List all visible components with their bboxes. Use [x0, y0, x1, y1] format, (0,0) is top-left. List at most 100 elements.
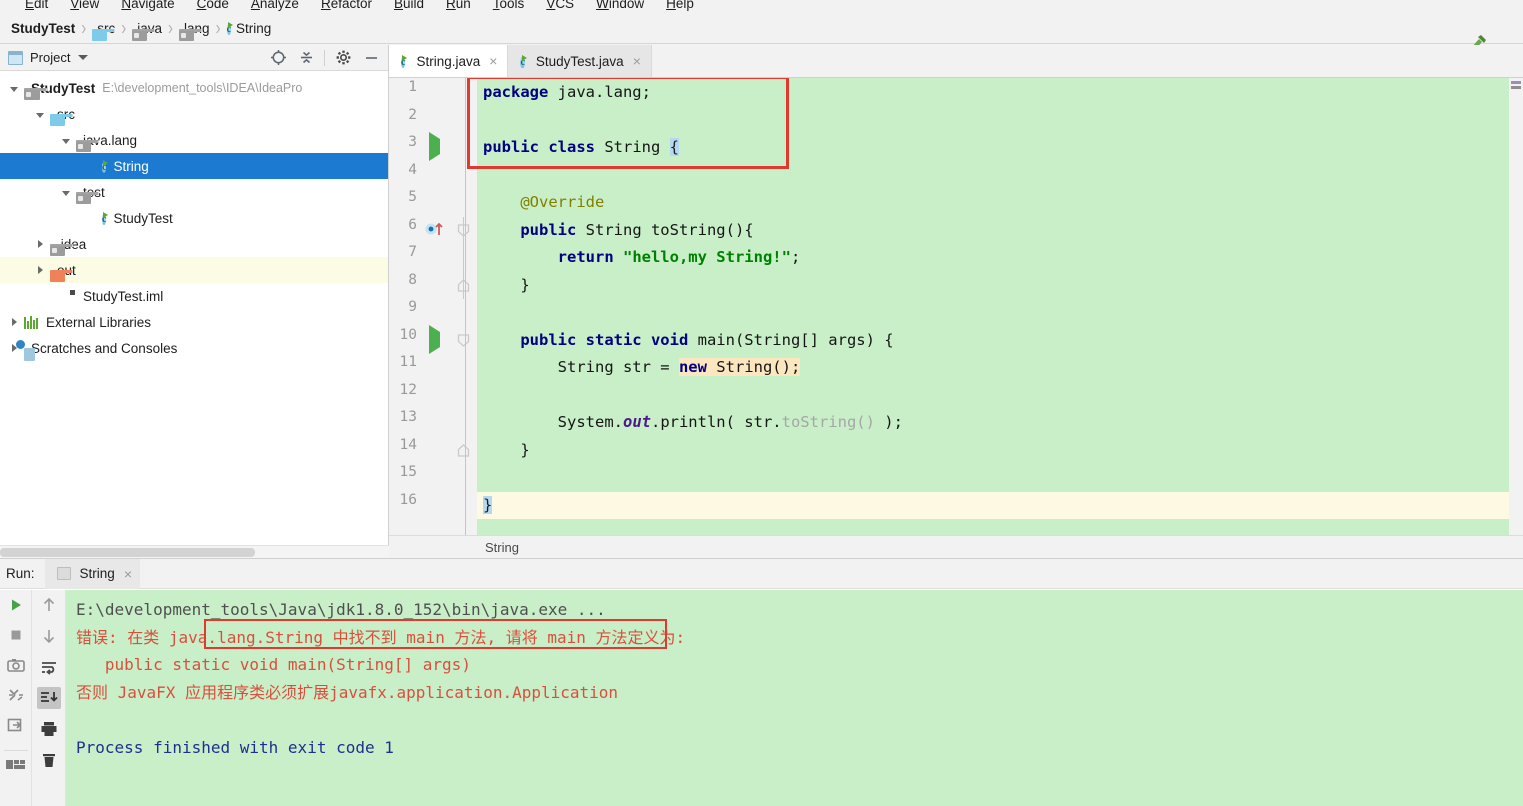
console-line: 否则 JavaFX 应用程序类必须扩展javafx.application.Ap… — [76, 682, 619, 702]
export-icon[interactable] — [4, 714, 28, 736]
editor-tab-string-java[interactable]: c String.java × — [389, 45, 509, 77]
code-token: public static void — [483, 330, 698, 349]
breadcrumb-item-lang[interactable]: lang — [176, 16, 213, 42]
trash-icon[interactable] — [37, 749, 61, 771]
code-line[interactable]: System.out.println( str.toString() ); — [477, 409, 1523, 437]
tree-node-test[interactable]: test — [0, 179, 388, 205]
rerun-icon[interactable] — [4, 594, 28, 616]
scroll-to-end-icon[interactable] — [36, 687, 61, 709]
menu-view[interactable]: View — [59, 0, 110, 11]
tree-twisty-right-icon[interactable] — [4, 315, 24, 329]
camera-icon[interactable] — [4, 654, 28, 676]
code-token: public — [483, 220, 586, 239]
run-gutter-icon[interactable] — [429, 324, 440, 354]
run-gutter-icon[interactable] — [429, 132, 440, 161]
minimize-icon[interactable] — [358, 47, 384, 69]
editor-tab-studytest-java[interactable]: c StudyTest.java × — [508, 45, 652, 77]
stop-icon[interactable] — [4, 624, 28, 646]
tree-node-string[interactable]: c String — [0, 153, 388, 179]
menu-refactor[interactable]: Refactor — [310, 0, 383, 11]
project-horizontal-scrollbar[interactable] — [0, 545, 389, 558]
code-line[interactable] — [477, 464, 1523, 492]
soft-wrap-icon[interactable] — [37, 656, 61, 678]
close-icon[interactable]: × — [489, 54, 497, 68]
code-line[interactable] — [477, 107, 1523, 135]
tree-twisty-down-icon[interactable] — [56, 133, 76, 147]
code-line[interactable]: public static void main(String[] args) { — [477, 327, 1523, 355]
override-method-icon[interactable] — [425, 219, 447, 237]
tree-node-studytest[interactable]: c StudyTest — [0, 205, 388, 231]
tab-bar-filler — [651, 45, 1523, 77]
scroll-down-icon[interactable] — [37, 625, 61, 647]
breadcrumb-item-java[interactable]: java — [129, 16, 165, 42]
scrollbar-thumb[interactable] — [0, 548, 255, 557]
code-line[interactable] — [477, 382, 1523, 410]
breadcrumb-item-studytest[interactable]: StudyTest — [8, 16, 78, 42]
editor-error-stripe[interactable] — [1509, 78, 1523, 558]
tree-node-out[interactable]: out — [0, 257, 388, 283]
thread-dump-icon[interactable] — [4, 684, 28, 706]
code-line[interactable]: String str = new String(); — [477, 354, 1523, 382]
code-line[interactable]: return "hello,my String!"; — [477, 244, 1523, 272]
code-editor[interactable]: 1 2 3 4 5 6 7 8 9 10 11 12 13 14 15 16 package java.lan… — [389, 78, 1523, 558]
menu-edit[interactable]: Edit — [14, 0, 59, 11]
breadcrumb-class[interactable]: String — [389, 540, 519, 555]
menu-tools[interactable]: Tools — [482, 0, 536, 11]
tree-node-java-lang[interactable]: java.lang — [0, 127, 388, 153]
scroll-up-icon[interactable] — [37, 594, 61, 616]
breadcrumb-item-string[interactable]: c String — [224, 16, 275, 42]
java-class-icon: c — [226, 24, 232, 35]
code-line[interactable] — [477, 162, 1523, 190]
tree-node-studytest[interactable]: StudyTest E:\development_tools\IDEA\IdeaP… — [0, 75, 388, 101]
code-line[interactable]: package java.lang; — [477, 79, 1523, 107]
menu-build[interactable]: Build — [383, 0, 435, 11]
collapse-all-icon[interactable] — [293, 47, 319, 69]
menu-window[interactable]: Window — [585, 0, 655, 11]
tree-node-label: StudyTest — [113, 210, 173, 226]
code-line[interactable]: } — [477, 272, 1523, 300]
settings-gear-icon[interactable] — [330, 47, 356, 69]
menu-navigate[interactable]: Navigate — [110, 0, 185, 11]
menu-bar: Edit View Navigate Code Analyze Refactor Build… — [0, 0, 1523, 14]
code-line[interactable]: public String toString(){ — [477, 217, 1523, 245]
code-fold-minus-icon[interactable] — [457, 333, 470, 347]
code-fold-end-icon[interactable] — [457, 443, 470, 457]
navigation-bar: StudyTest›src›java›lang›cString — [0, 14, 1523, 51]
tree-node-scratches-and-consoles[interactable]: Scratches and Consoles — [0, 335, 388, 361]
menu-vcs[interactable]: VCS — [535, 0, 585, 11]
code-line[interactable]: } — [477, 437, 1523, 465]
run-toolbar-right — [32, 590, 66, 806]
tree-twisty-down-icon[interactable] — [4, 81, 24, 95]
tree-twisty-down-icon[interactable] — [56, 185, 76, 199]
code-line[interactable]: public class String { — [477, 134, 1523, 162]
menu-run[interactable]: Run — [435, 0, 482, 11]
run-tab-string[interactable]: String × — [44, 558, 140, 589]
tree-twisty-right-icon[interactable] — [30, 263, 50, 277]
print-icon[interactable] — [37, 718, 61, 740]
menu-analyze[interactable]: Analyze — [240, 0, 310, 11]
tree-twisty-down-icon[interactable] — [30, 107, 50, 121]
code-line[interactable]: } — [477, 491, 1523, 519]
breadcrumb-item-src[interactable]: src — [89, 16, 118, 42]
breadcrumb-separator: › — [215, 17, 221, 40]
editor-gutter[interactable]: 1 2 3 4 5 6 7 8 9 10 11 12 13 14 15 16 — [389, 78, 477, 558]
close-icon[interactable]: × — [124, 567, 132, 581]
close-icon[interactable]: × — [633, 54, 641, 68]
tree-node--idea[interactable]: .idea — [0, 231, 388, 257]
layout-icon[interactable] — [3, 750, 28, 772]
menu-code[interactable]: Code — [186, 0, 240, 11]
locate-icon[interactable] — [265, 47, 291, 69]
code-line[interactable]: @Override — [477, 189, 1523, 217]
code-line[interactable] — [477, 299, 1523, 327]
line-number: 15 — [399, 464, 417, 480]
menu-help[interactable]: Help — [655, 0, 705, 11]
line-number: 14 — [399, 436, 417, 453]
console-output[interactable]: E:\development_tools\Java\jdk1.8.0_152\b… — [66, 590, 1523, 806]
tree-twisty-right-icon[interactable] — [30, 237, 50, 251]
project-tree[interactable]: StudyTest E:\development_tools\IDEA\IdeaP… — [0, 71, 388, 361]
tree-node-src[interactable]: src — [0, 101, 388, 127]
tree-node-studytest-iml[interactable]: StudyTest.iml — [0, 283, 388, 309]
chevron-down-icon[interactable] — [78, 55, 89, 60]
tree-node-external-libraries[interactable]: External Libraries — [0, 309, 388, 335]
code-content[interactable]: package java.lang; public class String { … — [477, 78, 1523, 558]
